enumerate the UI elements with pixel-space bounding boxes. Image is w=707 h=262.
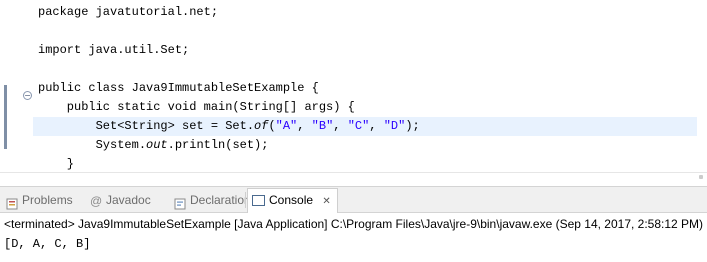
code-token: ); — [405, 119, 420, 133]
tab-problems[interactable]: Problems — [6, 189, 73, 211]
tab-problems-label: Problems — [22, 193, 73, 207]
scrollbar-corner — [699, 175, 703, 179]
code-token: "D" — [383, 119, 406, 133]
code-token: import java.util.Set; — [38, 43, 190, 57]
fold-collapse-icon[interactable]: − — [23, 91, 32, 100]
code-line[interactable]: public static void main(String[] args) { — [38, 98, 355, 117]
code-token: Set<String> set = Set. — [38, 119, 255, 133]
console-output: [D, A, C, B] — [4, 237, 91, 251]
editor-horizontal-scrollbar[interactable] — [0, 172, 707, 186]
tab-console[interactable]: Console ✕ — [247, 188, 338, 213]
problems-icon — [6, 195, 18, 210]
console-view[interactable]: <terminated> Java9ImmutableSetExample [J… — [0, 213, 707, 262]
code-token: package javatutorial.net; — [38, 5, 219, 19]
tab-javadoc[interactable]: @ Javadoc — [90, 189, 151, 211]
code-token: , — [297, 119, 312, 133]
code-line[interactable]: System.out.println(set); — [38, 136, 269, 155]
code-token: of — [254, 119, 269, 133]
gutter-change-marker — [4, 85, 7, 149]
code-token: public static void main(String[] args) { — [38, 100, 355, 114]
code-token: out — [146, 138, 168, 152]
tab-console-label: Console — [269, 193, 314, 207]
tab-separator — [245, 192, 246, 208]
code-token: "C" — [347, 119, 370, 133]
code-editor[interactable]: − package javatutorial.net; import java.u… — [0, 0, 707, 172]
code-token: System. — [38, 138, 147, 152]
editor-gutter: − — [0, 0, 33, 172]
code-token: } — [38, 157, 75, 171]
declaration-icon — [174, 195, 186, 210]
code-token: , — [333, 119, 348, 133]
code-token: "A" — [275, 119, 298, 133]
code-line[interactable]: import java.util.Set; — [38, 41, 189, 60]
tab-declaration-label: Declaration — [190, 193, 251, 207]
tab-declaration[interactable]: Declaration — [174, 189, 251, 211]
close-icon[interactable]: ✕ — [322, 196, 330, 207]
console-icon — [252, 195, 265, 207]
code-token: , — [369, 119, 384, 133]
code-token: "B" — [311, 119, 334, 133]
code-line[interactable]: Set<String> set = Set.of("A", "B", "C", … — [33, 117, 697, 136]
console-status-line: <terminated> Java9ImmutableSetExample [J… — [4, 217, 704, 231]
code-token: ( — [268, 119, 276, 133]
bottom-panel-tabbar: Problems @ Javadoc Declaration Console ✕ — [0, 186, 707, 213]
code-line[interactable]: public class Java9ImmutableSetExample { — [38, 79, 319, 98]
tab-javadoc-label: Javadoc — [106, 193, 151, 207]
at-icon: @ — [90, 193, 103, 208]
code-line[interactable]: package javatutorial.net; — [38, 3, 218, 22]
code-token: .println(set); — [167, 138, 269, 152]
code-line[interactable]: } — [38, 155, 74, 172]
code-token: public class Java9ImmutableSetExample { — [38, 81, 319, 95]
